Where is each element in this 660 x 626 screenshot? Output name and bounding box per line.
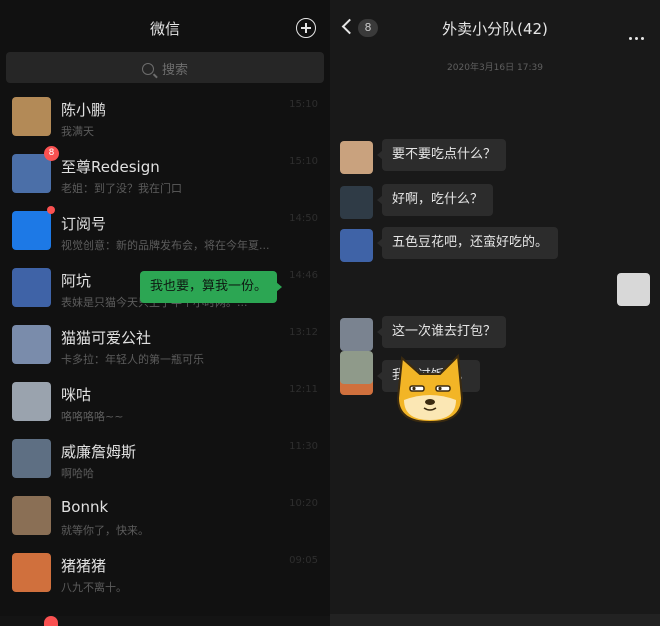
conversation-row[interactable]: Bonnk 就等你了，快来。 10:20 (0, 488, 330, 545)
avatar (12, 211, 51, 250)
message-timestamp: 2020年3月16日 17:39 (447, 63, 543, 73)
chat-list-header: 微信 (0, 0, 330, 56)
conversation-time: 13:12 (289, 327, 318, 338)
sender-avatar[interactable] (340, 318, 373, 351)
search-placeholder: 搜索 (161, 63, 188, 78)
conversation-row[interactable]: 咪咕咯咯咯咯~~ 12:11 (0, 374, 330, 431)
avatar (12, 553, 51, 592)
conversation-preview: 就等你了，快来。 (61, 524, 149, 537)
message-bubble[interactable]: 我也要，算我一份。 (139, 271, 283, 303)
unread-badge: 8 (44, 146, 59, 161)
avatar (12, 97, 51, 136)
app-title: 微信 (149, 20, 180, 38)
conversation-time: 10:20 (289, 498, 318, 509)
conversation-name: 猪猪猪 (61, 557, 107, 575)
search-input[interactable]: 搜索 (6, 52, 324, 83)
add-plus-icon[interactable] (296, 18, 316, 38)
conversation-list: 陈小鹏 我满天 15:10 8 至尊Redesign 老姐：到了没？我在门口 15:10 … (0, 89, 330, 602)
conversation-name: 威廉詹姆斯 (61, 443, 137, 461)
message-bubble[interactable]: 五色豆花吧，还蛮好吃的。 (376, 227, 559, 259)
chat-input-bar[interactable] (330, 614, 660, 626)
conversation-preview: 啊哈哈 (61, 467, 94, 480)
chat-panel: 8 外卖小分队(42) 2020年3月16日 17:39 要不要吃点什么？ 好啊… (139, 0, 660, 626)
conversation-row[interactable]: 订阅号视觉创意：新的品牌发布会，将在今年夏... 14:50 (0, 203, 330, 260)
sender-avatar[interactable] (340, 141, 373, 174)
sticker-sender-avatar[interactable] (340, 351, 373, 384)
avatar (12, 496, 51, 535)
message-bubble[interactable]: 这一次谁去打包？ (376, 316, 507, 348)
avatar (12, 268, 51, 307)
conversation-row[interactable]: 威廉詹姆斯啊哈哈 11:30 (0, 431, 330, 488)
conversation-name: 订阅号 (61, 215, 107, 233)
sender-avatar[interactable] (340, 229, 373, 262)
conversation-time: 14:50 (289, 213, 318, 224)
conversation-preview: 视觉创意：新的品牌发布会，将在今年夏... (61, 239, 270, 252)
conversation-row[interactable]: 8 至尊Redesign 老姐：到了没？我在门口 15:10 (0, 146, 330, 203)
more-icon[interactable] (626, 25, 644, 44)
conversation-name: 咪咕 (61, 386, 92, 404)
conversation-name: 至尊Redesign (61, 158, 160, 176)
conversation-preview: 老姐：到了没？我在门口 (61, 182, 182, 195)
avatar (12, 439, 51, 478)
tab-unread-badge (44, 616, 58, 626)
conversation-name: 猫猫可爱公社 (61, 329, 152, 347)
conversation-preview: 卡多拉：年轻人的第一瓶可乐 (61, 353, 204, 366)
conversation-preview: 咯咯咯咯~~ (61, 410, 124, 423)
unread-dot (47, 206, 55, 214)
conversation-name: Bonnk (61, 498, 109, 516)
conversation-row[interactable]: 猪猪猪八九不离十。 09:05 (0, 545, 330, 602)
conversation-time: 15:10 (289, 99, 318, 110)
conversation-time: 15:10 (289, 156, 318, 167)
doge-sticker[interactable] (390, 350, 470, 426)
conversation-time: 12:11 (289, 384, 318, 395)
conversation-time: 14:46 (289, 270, 318, 281)
bottom-tab-bar (0, 616, 330, 626)
chat-list-panel: 微信 搜索 陈小鹏我满天 15:10 8 至尊Redesign 老姐：到了没？我在门口… (0, 0, 330, 626)
conversation-row[interactable]: 陈小鹏我满天 15:10 (0, 89, 330, 146)
avatar (12, 325, 51, 364)
message-bubble[interactable]: 要不要吃点什么？ (376, 139, 507, 171)
message-bubble[interactable]: 好啊，吃什么？ (376, 184, 494, 216)
chat-header: 8 外卖小分队(42) (330, 0, 660, 56)
search-icon (141, 63, 154, 75)
conversation-time: 11:30 (289, 441, 318, 452)
avatar (12, 382, 51, 421)
sender-avatar[interactable] (340, 186, 373, 219)
conversation-preview: 我满天 (61, 125, 94, 138)
conversation-preview: 八九不离十。 (61, 581, 127, 594)
conversation-name: 陈小鹏 (61, 101, 107, 119)
sender-avatar[interactable] (617, 273, 650, 306)
avatar (12, 154, 51, 193)
chat-title: 外卖小分队(42) (442, 20, 548, 38)
conversation-name: 阿坑 (61, 272, 92, 290)
conversation-row[interactable]: 猫猫可爱公社卡多拉：年轻人的第一瓶可乐 13:12 (0, 317, 330, 374)
conversation-time: 09:05 (289, 555, 318, 566)
wechat-window: 微信 搜索 陈小鹏我满天 15:10 8 至尊Redesign 老姐：到了没？我在门口… (0, 0, 660, 626)
